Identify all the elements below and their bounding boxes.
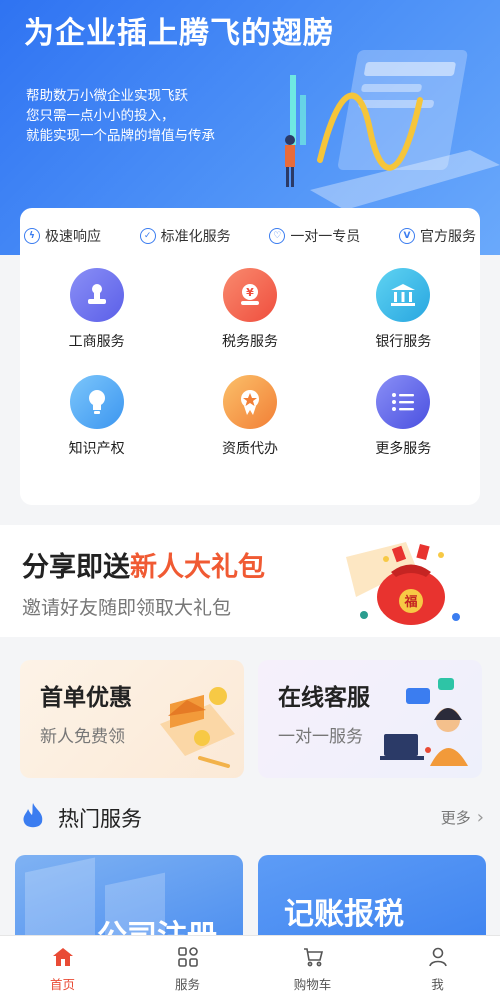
feature-row: ϟ 极速响应 ✓ 标准化服务 ♡ 一对一专员 V 官方服务 <box>20 224 480 248</box>
promo-subtitle: 新人免费领 <box>40 727 125 747</box>
service-label: 知识产权 <box>68 441 125 457</box>
heart-icon: ♡ <box>269 228 286 244</box>
v-badge-icon: V <box>398 228 415 244</box>
service-qualification[interactable]: 资质代办 <box>173 375 326 458</box>
hot-services-title: 热门服务 <box>58 807 142 831</box>
tab-label: 我 <box>431 977 444 992</box>
lightbulb-icon <box>69 375 124 429</box>
user-icon <box>425 944 451 970</box>
svg-text:¥: ¥ <box>246 286 254 299</box>
hot-services-more-link[interactable]: 更多 › <box>441 807 484 828</box>
service-label: 更多服务 <box>375 441 432 457</box>
promo-title: 在线客服 <box>278 685 370 711</box>
check-icon: ✓ <box>139 228 156 244</box>
share-subtitle: 邀请好友随即领取大礼包 <box>22 597 232 619</box>
feature-label: 极速响应 <box>45 229 101 245</box>
hero-line: 帮助数万小微企业实现飞跃 <box>26 88 188 104</box>
yen-hand-icon: ¥ <box>222 268 277 322</box>
hero-description: 帮助数万小微企业实现飞跃 您只需一点小小的投入， 就能实现一个品牌的增值与传承 <box>26 86 215 146</box>
bottom-tab-bar: 首页 服务 购物车 我 <box>0 935 500 1000</box>
promo-subtitle: 一对一服务 <box>278 727 363 747</box>
promo-title: 首单优惠 <box>40 685 132 711</box>
online-service-promo-card[interactable]: 在线客服 一对一服务 <box>258 660 482 778</box>
share-title: 分享即送新人大礼包 <box>22 545 265 584</box>
cart-icon <box>300 944 326 970</box>
more-label: 更多 <box>440 809 471 827</box>
grid-icon <box>175 944 201 970</box>
laptop-illustration <box>285 50 500 210</box>
tab-cart[interactable]: 购物车 <box>250 936 375 1000</box>
feature-label: 一对一专员 <box>290 229 361 245</box>
hero-line: 就能实现一个品牌的增值与传承 <box>26 128 215 144</box>
stamp-icon <box>69 268 124 322</box>
customer-service-illustration <box>380 678 468 766</box>
tab-label: 服务 <box>174 977 200 992</box>
service-ip[interactable]: 知识产权 <box>20 375 173 458</box>
tab-home[interactable]: 首页 <box>0 936 125 1000</box>
share-title-highlight: 新人大礼包 <box>130 552 265 583</box>
hot-service-company-registration[interactable]: 公司注册 <box>15 855 243 945</box>
service-label: 工商服务 <box>68 334 125 350</box>
home-icon <box>50 944 76 970</box>
service-label: 资质代办 <box>221 441 278 457</box>
bag-character: 福 <box>403 594 417 610</box>
service-business[interactable]: 工商服务 <box>20 268 173 351</box>
tab-profile[interactable]: 我 <box>375 936 500 1000</box>
service-bank[interactable]: 银行服务 <box>327 268 480 351</box>
feature-item: ϟ 极速响应 <box>24 224 101 248</box>
building-decoration <box>25 857 95 945</box>
feature-label: 官方服务 <box>419 229 476 245</box>
tab-label: 首页 <box>49 977 75 992</box>
chevron-right-icon: › <box>476 807 484 828</box>
list-icon <box>376 375 431 429</box>
service-tax[interactable]: ¥ 税务服务 <box>173 268 326 351</box>
feature-label: 标准化服务 <box>160 229 231 245</box>
feature-item: ✓ 标准化服务 <box>139 224 231 248</box>
service-more[interactable]: 更多服务 <box>327 375 480 458</box>
service-label: 税务服务 <box>221 334 278 350</box>
hero-line: 您只需一点小小的投入， <box>26 108 175 124</box>
services-card: ϟ 极速响应 ✓ 标准化服务 ♡ 一对一专员 V 官方服务 工商服务 ¥ 税务服… <box>20 208 480 505</box>
coupon-illustration <box>160 687 235 768</box>
service-label: 银行服务 <box>375 334 432 350</box>
tab-label: 购物车 <box>293 977 332 992</box>
service-grid: 工商服务 ¥ 税务服务 银行服务 知识产权 资质代办 更多服务 <box>20 268 480 458</box>
hot-card-label: 记账报税 <box>284 897 404 932</box>
bank-icon <box>376 268 431 322</box>
flame-icon <box>23 803 43 828</box>
award-icon <box>222 375 277 429</box>
tab-services[interactable]: 服务 <box>125 936 250 1000</box>
hot-services-header: 热门服务 更多 › <box>0 795 500 841</box>
hot-service-bookkeeping-tax[interactable]: 记账报税 <box>258 855 486 945</box>
share-gift-banner[interactable]: 分享即送新人大礼包 邀请好友随即领取大礼包 福 <box>0 525 500 637</box>
share-title-prefix: 分享即送 <box>22 552 130 583</box>
lightning-icon: ϟ <box>24 228 40 244</box>
first-order-promo-card[interactable]: 首单优惠 新人免费领 <box>20 660 244 778</box>
gift-bag-illustration: 福 <box>346 542 460 625</box>
feature-item: ♡ 一对一专员 <box>269 224 360 248</box>
feature-item: V 官方服务 <box>398 224 476 248</box>
